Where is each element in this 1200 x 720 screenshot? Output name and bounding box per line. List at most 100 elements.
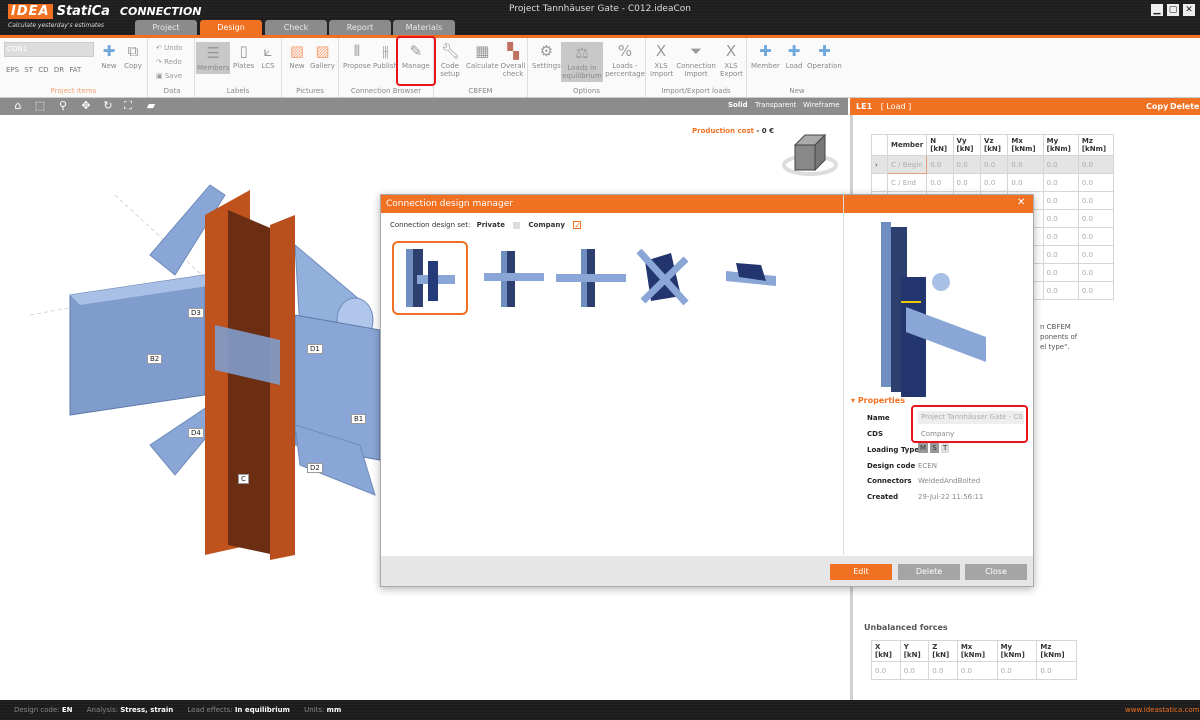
dr-button[interactable]: DR bbox=[54, 66, 64, 74]
loads-percentage-button[interactable]: %Loads - percentage bbox=[605, 42, 645, 78]
publish-button[interactable]: ⫵Publish bbox=[373, 42, 398, 70]
col-header: Vz [kN] bbox=[981, 135, 1008, 156]
tab-materials[interactable]: Materials bbox=[393, 20, 455, 36]
value-cell[interactable]: 0.0 bbox=[927, 156, 953, 174]
value-cell[interactable]: 0.0 bbox=[1078, 156, 1113, 174]
value-cell[interactable]: 0.0 bbox=[1078, 192, 1113, 210]
zoom-window-icon[interactable]: ⬚ bbox=[32, 99, 48, 112]
loads-in-equilibrium-button[interactable]: ⚖Loads in equilibrium bbox=[561, 42, 603, 82]
value-cell[interactable]: 0.0 bbox=[1043, 192, 1078, 210]
tab-design[interactable]: Design bbox=[200, 20, 262, 36]
value-cell[interactable]: 0.0 bbox=[1078, 228, 1113, 246]
cd-button[interactable]: CD bbox=[38, 66, 48, 74]
value-cell[interactable]: 0.0 bbox=[1043, 210, 1078, 228]
zoom-extents-icon[interactable]: ⛶ bbox=[120, 99, 136, 113]
new-item-button[interactable]: ✚New bbox=[100, 42, 118, 70]
value-cell[interactable]: 0.0 bbox=[1043, 282, 1078, 300]
xls-export-button[interactable]: XXLS Export bbox=[720, 42, 742, 78]
view-solid[interactable]: Solid bbox=[728, 101, 748, 109]
value-cell[interactable]: 0.0 bbox=[1078, 282, 1113, 300]
project-item-filters: EPS ST CD DR FAT bbox=[6, 66, 81, 74]
redo-button[interactable]: ↷ Redo bbox=[156, 58, 182, 66]
overall-check-button[interactable]: ▚Overall check bbox=[500, 42, 526, 78]
value-cell[interactable]: 0.0 bbox=[953, 156, 981, 174]
value-cell[interactable]: 0.0 bbox=[1078, 264, 1113, 282]
section-icon[interactable]: ▰ bbox=[143, 99, 159, 112]
value-cell[interactable]: 0.0 bbox=[1078, 246, 1113, 264]
loading-m-toggle[interactable]: M bbox=[918, 443, 928, 453]
close-window-button[interactable]: ✕ bbox=[1183, 4, 1195, 16]
value-cell[interactable]: 0.0 bbox=[981, 156, 1008, 174]
labels-plates-button[interactable]: ▯Plates bbox=[233, 42, 254, 70]
eps-button[interactable]: EPS bbox=[6, 66, 19, 74]
calculate-button[interactable]: ▦Calculate bbox=[466, 42, 499, 70]
propose-button[interactable]: ⫴Propose bbox=[343, 42, 371, 70]
loading-t-toggle[interactable]: T bbox=[941, 443, 949, 453]
labels-members-button[interactable]: ☰Members bbox=[196, 42, 230, 74]
gallery-button[interactable]: ▨Gallery bbox=[310, 42, 335, 70]
labels-lcs-button[interactable]: ⟀LCS bbox=[259, 42, 277, 70]
value-cell[interactable]: 0.0 bbox=[1008, 156, 1043, 174]
group-label: Data bbox=[150, 87, 194, 95]
copy-item-button[interactable]: ⧉Copy bbox=[124, 42, 142, 70]
row-selector[interactable]: › bbox=[872, 156, 888, 174]
private-checkbox[interactable] bbox=[513, 222, 520, 229]
value-cell[interactable]: 0.0 bbox=[981, 174, 1008, 192]
delete-button[interactable]: Delete bbox=[898, 564, 960, 580]
tab-report[interactable]: Report bbox=[329, 20, 391, 36]
tab-project[interactable]: Project bbox=[135, 20, 197, 36]
value-cell[interactable]: 0.0 bbox=[1078, 174, 1113, 192]
new-member-button[interactable]: ✚Member bbox=[751, 42, 780, 70]
new-picture-button[interactable]: ▨New bbox=[288, 42, 306, 70]
value-cell[interactable]: 0.0 bbox=[1043, 228, 1078, 246]
loading-s-toggle[interactable]: S bbox=[930, 443, 938, 453]
close-button[interactable]: Close bbox=[965, 564, 1027, 580]
company-checkbox[interactable]: ✓ bbox=[573, 221, 581, 229]
value-cell[interactable]: 0.0 bbox=[1043, 246, 1078, 264]
tab-check[interactable]: Check bbox=[265, 20, 327, 36]
code-setup-button[interactable]: 🔧︎Code setup bbox=[439, 42, 461, 78]
group-data: ↶ Undo ↷ Redo ▣ Save Data bbox=[150, 38, 195, 97]
save-button[interactable]: ▣ Save bbox=[156, 72, 182, 80]
view-wireframe[interactable]: Wireframe bbox=[803, 101, 840, 109]
delete-load-button[interactable]: Delete bbox=[1170, 98, 1199, 115]
value-cell[interactable]: 0.0 bbox=[1078, 210, 1113, 228]
group-pictures: ▨New ▨Gallery Pictures bbox=[282, 38, 339, 97]
website-link[interactable]: www.ideastatica.com bbox=[1125, 700, 1199, 720]
member-cell[interactable]: C / End bbox=[888, 174, 927, 192]
dialog-close-icon[interactable]: ✕ bbox=[1017, 197, 1025, 208]
value-cell[interactable]: 0.0 bbox=[927, 174, 953, 192]
pan-icon[interactable]: ✥ bbox=[78, 99, 94, 112]
new-operation-button[interactable]: ✚Operation bbox=[807, 42, 842, 70]
group-label: Pictures bbox=[282, 87, 338, 95]
overall-check-icon: ▚ bbox=[504, 42, 522, 60]
settings-button[interactable]: ⚙Settings bbox=[532, 42, 561, 70]
value-cell[interactable]: 0.0 bbox=[1043, 264, 1078, 282]
properties-header[interactable]: ▾ Properties bbox=[851, 396, 905, 405]
value-cell[interactable]: 0.0 bbox=[953, 174, 981, 192]
group-label: Import/Export loads bbox=[646, 87, 746, 95]
maximize-button[interactable]: ▢ bbox=[1167, 4, 1179, 16]
home-icon[interactable]: ⌂ bbox=[10, 99, 26, 112]
load-row[interactable]: C / End0.00.00.00.00.00.0 bbox=[872, 174, 1114, 192]
member-cell[interactable]: C / Begin bbox=[888, 156, 927, 174]
value-cell[interactable]: 0.0 bbox=[1043, 156, 1078, 174]
connection-import-button[interactable]: ⏷Connection Import bbox=[676, 42, 716, 78]
connection-combo[interactable]: CON1 bbox=[4, 42, 94, 57]
xls-import-button[interactable]: XXLS Import bbox=[650, 42, 672, 78]
row-selector[interactable] bbox=[872, 174, 888, 192]
view-cube-icon[interactable] bbox=[780, 130, 840, 180]
load-row[interactable]: ›C / Begin0.00.00.00.00.00.0 bbox=[872, 156, 1114, 174]
minimize-button[interactable]: ▁ bbox=[1151, 4, 1163, 16]
zoom-icon[interactable]: ⚲ bbox=[55, 99, 71, 112]
fat-button[interactable]: FAT bbox=[69, 66, 81, 74]
copy-load-button[interactable]: Copy bbox=[1146, 98, 1168, 115]
rotate-icon[interactable]: ↻ bbox=[100, 99, 116, 112]
value-cell[interactable]: 0.0 bbox=[1043, 174, 1078, 192]
st-button[interactable]: ST bbox=[24, 66, 33, 74]
view-transparent[interactable]: Transparent bbox=[755, 101, 796, 109]
value-cell[interactable]: 0.0 bbox=[1008, 174, 1043, 192]
undo-button[interactable]: ↶ Undo bbox=[156, 44, 182, 52]
edit-button[interactable]: Edit bbox=[830, 564, 892, 580]
new-load-button[interactable]: ✚Load bbox=[785, 42, 803, 70]
